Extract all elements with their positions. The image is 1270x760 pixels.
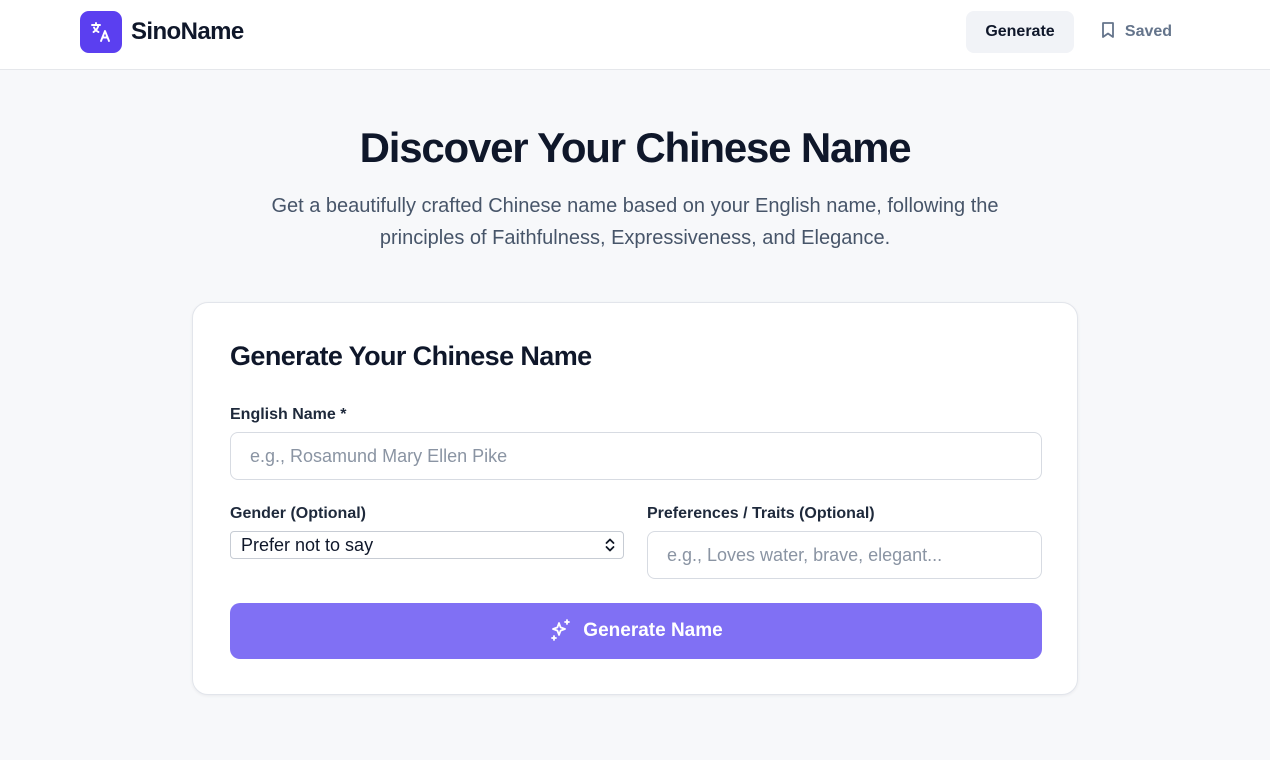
sparkles-icon: [549, 618, 573, 645]
preferences-input[interactable]: [647, 531, 1042, 579]
form-title: Generate Your Chinese Name: [230, 341, 592, 371]
preferences-label: Preferences / Traits (Optional): [647, 505, 875, 522]
nav-saved-label: Saved: [1124, 23, 1173, 40]
page-subtitle-line-1: Get a beautifully crafted Chinese name b…: [271, 195, 999, 217]
name-generator-card: Generate Your Chinese Name English Name …: [192, 302, 1078, 695]
generate-name-button[interactable]: Generate Name: [230, 603, 1042, 659]
top-nav-bar: SinoName Generate Saved: [0, 0, 1270, 70]
bookmark-icon: [1100, 21, 1116, 44]
brand-link[interactable]: SinoName: [80, 11, 244, 53]
english-name-label: English Name *: [230, 406, 347, 423]
generate-name-button-label: Generate Name: [583, 620, 723, 641]
nav-saved-button[interactable]: Saved: [1090, 11, 1182, 53]
page-subtitle-line-2: principles of Faithfulness, Expressivene…: [379, 227, 891, 249]
gender-label: Gender (Optional): [230, 505, 366, 522]
brand-name: SinoName: [131, 18, 244, 45]
page-subtitle: Get a beautifully crafted Chinese name b…: [240, 190, 1030, 254]
gender-select[interactable]: Prefer not to say: [230, 531, 624, 559]
english-name-input[interactable]: [230, 432, 1042, 480]
chevron-up-down-icon: [604, 537, 616, 558]
page-title: Discover Your Chinese Name: [359, 124, 912, 171]
gender-selected-value: Prefer not to say: [241, 534, 374, 555]
translate-icon: [80, 11, 122, 53]
nav-generate-button[interactable]: Generate: [966, 11, 1074, 53]
